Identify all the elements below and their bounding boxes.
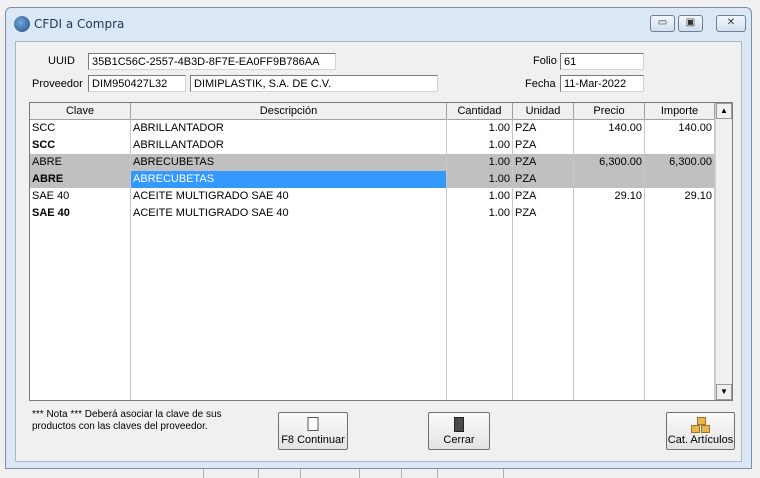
cell-clave[interactable]: SCC [30, 120, 131, 137]
note-line-1: *** Nota *** Deberá asociar la clave de … [32, 409, 222, 420]
cell-importe[interactable]: 6,300.00 [645, 154, 715, 171]
status-bar [0, 469, 760, 478]
cell-descripcion[interactable]: ACEITE MULTIGRADO SAE 40 [131, 188, 447, 205]
cell-cantidad[interactable]: 1.00 [447, 171, 513, 188]
table-row[interactable]: SCC ABRILLANTADOR 1.00 PZA 140.00 140.00 [30, 120, 715, 137]
boxes-icon [690, 417, 711, 433]
app-icon [14, 16, 30, 32]
title-bar[interactable]: CFDI a Compra ▭ ▣ ✕ [6, 8, 751, 38]
continuar-label: F8 Continuar [281, 434, 345, 446]
cell-precio[interactable] [574, 205, 645, 222]
col-header-precio[interactable]: Precio [574, 103, 645, 119]
cell-cantidad[interactable]: 1.00 [447, 188, 513, 205]
cell-clave[interactable]: SCC [30, 137, 131, 154]
door-icon [454, 417, 464, 432]
cell-precio[interactable]: 140.00 [574, 120, 645, 137]
cell-unidad[interactable]: PZA [513, 205, 574, 222]
cell-clave[interactable]: ABRE [30, 154, 131, 171]
cell-precio[interactable] [574, 137, 645, 154]
cell-descripcion[interactable]: ABRILLANTADOR [131, 120, 447, 137]
cell-precio[interactable]: 6,300.00 [574, 154, 645, 171]
cell-cantidad[interactable]: 1.00 [447, 154, 513, 171]
cell-precio[interactable]: 29.10 [574, 188, 645, 205]
status-segment [258, 469, 259, 478]
articulos-label: Cat. Artículos [667, 434, 734, 446]
cell-importe[interactable] [645, 171, 715, 188]
close-button[interactable]: ✕ [716, 15, 746, 32]
table-row[interactable]: ABRE ABRECUBETAS 1.00 PZA 6,300.00 6,300.00 [30, 154, 715, 171]
status-segment [359, 469, 360, 478]
cell-unidad[interactable]: PZA [513, 154, 574, 171]
cell-descripcion[interactable]: ABRECUBETAS [131, 154, 447, 171]
status-segment [503, 469, 504, 478]
minimize-button[interactable]: ▭ [650, 15, 675, 32]
uuid-field[interactable]: 35B1C56C-2557-4B3D-8F7E-EA0FF9B786AA [88, 53, 336, 70]
arrow-down-icon: ▼ [720, 387, 728, 396]
scroll-up-button[interactable]: ▲ [716, 103, 732, 119]
status-segment [203, 469, 204, 478]
proveedor-rfc-field[interactable]: DIM950427L32 [88, 75, 186, 92]
cell-unidad[interactable]: PZA [513, 137, 574, 154]
cell-importe[interactable] [645, 137, 715, 154]
items-grid[interactable]: Clave Descripción Cantidad Unidad Precio… [29, 102, 733, 401]
scroll-down-button[interactable]: ▼ [716, 384, 732, 400]
cell-unidad[interactable]: PZA [513, 171, 574, 188]
col-header-importe[interactable]: Importe [645, 103, 715, 119]
maximize-button[interactable]: ▣ [678, 15, 703, 32]
col-header-cantidad[interactable]: Cantidad [447, 103, 513, 119]
cerrar-button[interactable]: Cerrar [428, 412, 490, 450]
folio-label: Folio [533, 55, 557, 67]
cell-importe[interactable]: 140.00 [645, 120, 715, 137]
proveedor-label: Proveedor [32, 78, 83, 90]
grid-header: Clave Descripción Cantidad Unidad Precio… [30, 103, 715, 120]
cell-importe[interactable] [645, 205, 715, 222]
close-icon: ✕ [726, 17, 736, 28]
cell-descripcion[interactable]: ACEITE MULTIGRADO SAE 40 [131, 205, 447, 222]
col-header-clave[interactable]: Clave [30, 103, 131, 119]
continuar-button[interactable]: F8 Continuar [278, 412, 348, 450]
cerrar-label: Cerrar [443, 434, 475, 446]
cell-clave[interactable]: SAE 40 [30, 205, 131, 222]
cell-unidad[interactable]: PZA [513, 188, 574, 205]
window-title: CFDI a Compra [34, 17, 125, 31]
table-row[interactable]: ABRE ABRECUBETAS 1.00 PZA [30, 171, 715, 188]
fecha-label: Fecha [525, 78, 556, 90]
col-header-descripcion[interactable]: Descripción [131, 103, 447, 119]
folio-field[interactable]: 61 [560, 53, 644, 70]
cell-precio[interactable] [574, 171, 645, 188]
fecha-field[interactable]: 11-Mar-2022 [560, 75, 644, 92]
cell-descripcion[interactable]: ABRECUBETAS [131, 171, 447, 188]
note-line-2: productos con las claves del proveedor. [32, 421, 208, 432]
col-header-unidad[interactable]: Unidad [513, 103, 574, 119]
table-row[interactable]: SCC ABRILLANTADOR 1.00 PZA [30, 137, 715, 154]
cell-unidad[interactable]: PZA [513, 120, 574, 137]
arrow-up-icon: ▲ [720, 106, 728, 115]
cfdi-window: CFDI a Compra ▭ ▣ ✕ UUID 35B1C56C-2557-4… [5, 7, 752, 469]
minimize-icon: ▭ [657, 17, 668, 28]
vertical-scrollbar[interactable]: ▲ ▼ [715, 103, 732, 400]
document-icon [307, 417, 319, 431]
proveedor-nombre-field[interactable]: DIMIPLASTIK, S.A. DE C.V. [190, 75, 438, 92]
cell-clave[interactable]: SAE 40 [30, 188, 131, 205]
uuid-label: UUID [48, 55, 75, 67]
form-body: UUID 35B1C56C-2557-4B3D-8F7E-EA0FF9B786A… [15, 41, 742, 462]
cell-importe[interactable]: 29.10 [645, 188, 715, 205]
cell-cantidad[interactable]: 1.00 [447, 120, 513, 137]
maximize-icon: ▣ [685, 17, 696, 28]
table-row[interactable]: SAE 40 ACEITE MULTIGRADO SAE 40 1.00 PZA [30, 205, 715, 222]
cell-cantidad[interactable]: 1.00 [447, 137, 513, 154]
articulos-button[interactable]: Cat. Artículos [666, 412, 735, 450]
status-segment [300, 469, 301, 478]
cell-clave[interactable]: ABRE [30, 171, 131, 188]
note-text: *** Nota *** Deberá asociar la clave de … [32, 409, 252, 433]
status-segment [437, 469, 438, 478]
status-segment [401, 469, 402, 478]
cell-descripcion[interactable]: ABRILLANTADOR [131, 137, 447, 154]
table-row[interactable]: SAE 40 ACEITE MULTIGRADO SAE 40 1.00 PZA 29.… [30, 188, 715, 205]
cell-cantidad[interactable]: 1.00 [447, 205, 513, 222]
